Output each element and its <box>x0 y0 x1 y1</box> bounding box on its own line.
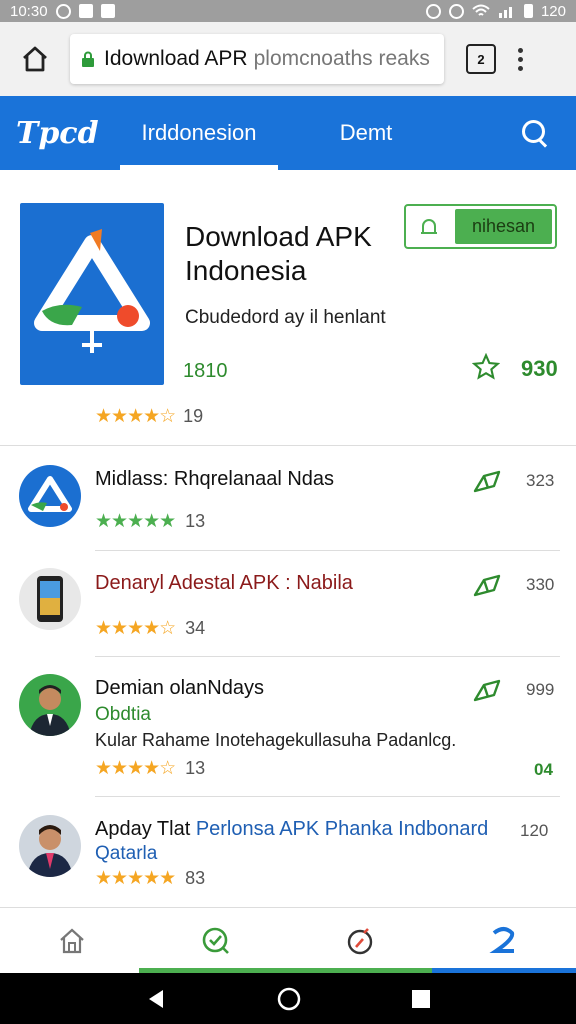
tab-label: Demt <box>339 120 393 145</box>
app-count: 930 <box>521 356 558 381</box>
item-title-link[interactable]: Perlonsa APK Phanka Indbonard <box>196 818 488 840</box>
status-bar: 10:30 120 <box>0 0 576 22</box>
item-title: Demian olanNdays <box>95 677 264 699</box>
rating-count: 13 <box>185 758 206 778</box>
item-title: Apday Tlat Perlonsa APK Phanka Indbonard <box>95 818 488 841</box>
person-avatar-icon <box>27 825 73 877</box>
person-avatar-icon <box>29 685 71 736</box>
back-icon[interactable] <box>145 988 167 1010</box>
item-badge: 04 <box>534 760 553 779</box>
tab-label: Irddonesion <box>141 120 257 145</box>
home-icon <box>23 46 47 72</box>
lock-icon <box>82 51 94 67</box>
app-subtitle: Cbudedord ay il henlant <box>185 307 386 328</box>
battery-level: 120 <box>540 2 566 20</box>
alarm-icon <box>448 3 464 19</box>
rating-count: 13 <box>185 511 206 531</box>
item-rating: ★★★★☆ 34 <box>95 617 205 640</box>
item-rating: ★★★★★ 83 <box>95 867 205 890</box>
bottom-tab-account[interactable] <box>432 908 576 973</box>
download-icon[interactable] <box>472 468 502 494</box>
battery-icon <box>523 4 533 18</box>
install-button[interactable]: nihesan <box>404 204 557 249</box>
url-host: Idownload APR <box>104 47 248 70</box>
bell-icon <box>406 206 452 247</box>
item-count: 120 <box>520 821 549 840</box>
rating-count: 83 <box>185 868 206 888</box>
rating-stars: ★★★★☆ <box>95 406 176 427</box>
item-count: 999 <box>526 680 555 699</box>
item-avatar <box>19 465 81 527</box>
home-circle-icon[interactable] <box>276 986 302 1012</box>
featured-app-card[interactable]: Download APK Indonesia Cbudedord ay il h… <box>0 170 576 446</box>
list-item[interactable]: Apday Tlat Perlonsa APK Phanka Indbonard… <box>0 797 576 907</box>
rating-stars: ★★★★★ <box>95 511 176 532</box>
item-avatar <box>19 674 81 736</box>
checkbox-icon <box>100 4 115 18</box>
app-icon <box>20 203 164 385</box>
item-subtitle: Qatarla <box>95 843 158 864</box>
browser-toolbar: Idownload APR plomcnoaths reaks 2 <box>0 22 576 96</box>
item-count: 330 <box>526 575 555 594</box>
tab-switcher-button[interactable]: 2 <box>466 44 496 74</box>
phone-icon <box>37 576 63 622</box>
item-rating: ★★★★☆ 13 <box>95 757 205 780</box>
wifi-icon <box>472 4 490 16</box>
tab-indonesia[interactable]: Irddonesion <box>120 96 278 170</box>
search-icon[interactable] <box>522 120 548 146</box>
app-header: Tpcd Irddonesion Demt <box>0 96 576 170</box>
bottom-tab-explore[interactable] <box>288 908 432 973</box>
url-field[interactable]: Idownload APR plomcnoaths reaks <box>70 34 444 84</box>
item-count: 323 <box>526 471 555 490</box>
rating-count: 19 <box>183 406 204 426</box>
home-icon <box>60 928 84 953</box>
item-avatar <box>19 568 81 630</box>
rating-stars: ★★★★★ <box>95 868 176 889</box>
rating-count: 34 <box>185 618 206 638</box>
profile-icon <box>489 926 515 953</box>
app-logo-icon <box>28 476 72 512</box>
list-item[interactable]: Demian olanNdays Obdtia Kular Rahame Ino… <box>0 657 576 797</box>
compass-icon <box>347 927 373 954</box>
download-icon[interactable] <box>472 677 502 703</box>
system-nav-bar <box>0 973 576 1024</box>
bottom-tab-home[interactable] <box>0 908 144 973</box>
bottom-tab-updates[interactable] <box>139 908 288 973</box>
location-icon <box>425 3 441 19</box>
url-path: plomcnoaths reaks <box>253 47 430 70</box>
gallery-icon <box>78 4 93 18</box>
download-icon[interactable] <box>472 572 502 598</box>
app-logo-icon <box>34 229 150 353</box>
app-title: Download APK Indonesia <box>185 221 372 286</box>
install-label: nihesan <box>455 209 552 244</box>
overflow-menu-button[interactable] <box>518 47 523 71</box>
check-circle-icon <box>202 927 229 954</box>
tab-count: 2 <box>477 51 485 67</box>
bottom-tab-bar <box>0 907 576 973</box>
tab-demt[interactable]: Demt <box>278 96 454 170</box>
item-title: Midlass: Rhqrelanaal Ndas <box>95 468 335 490</box>
list-item[interactable]: Denaryl Adestal APK : Nabila ★★★★☆ 34 33… <box>0 551 576 657</box>
list-item[interactable]: Midlass: Rhqrelanaal Ndas ★★★★★ 13 323 <box>0 446 576 551</box>
star-outline-icon[interactable] <box>472 353 500 381</box>
status-time: 10:30 <box>10 2 48 20</box>
item-avatar <box>19 815 81 877</box>
item-title-lead: Apday Tlat <box>95 818 191 840</box>
signal-icon <box>498 7 512 18</box>
app-rating: ★★★★☆ 19 <box>95 405 203 428</box>
rating-stars: ★★★★☆ <box>95 618 176 639</box>
item-title: Denaryl Adestal APK : Nabila <box>95 572 353 594</box>
item-subtitle: Obdtia <box>95 704 151 725</box>
item-rating: ★★★★★ 13 <box>95 510 205 533</box>
notification-icon <box>55 3 71 19</box>
rating-stars: ★★★★☆ <box>95 758 176 779</box>
site-logo[interactable]: Tpcd <box>0 116 120 151</box>
recents-icon[interactable] <box>411 989 431 1009</box>
app-size: 1810 <box>183 360 228 382</box>
item-description: Kular Rahame Inotehagekullasuha Padanlcg… <box>95 730 457 750</box>
browser-home-button[interactable] <box>0 22 70 96</box>
